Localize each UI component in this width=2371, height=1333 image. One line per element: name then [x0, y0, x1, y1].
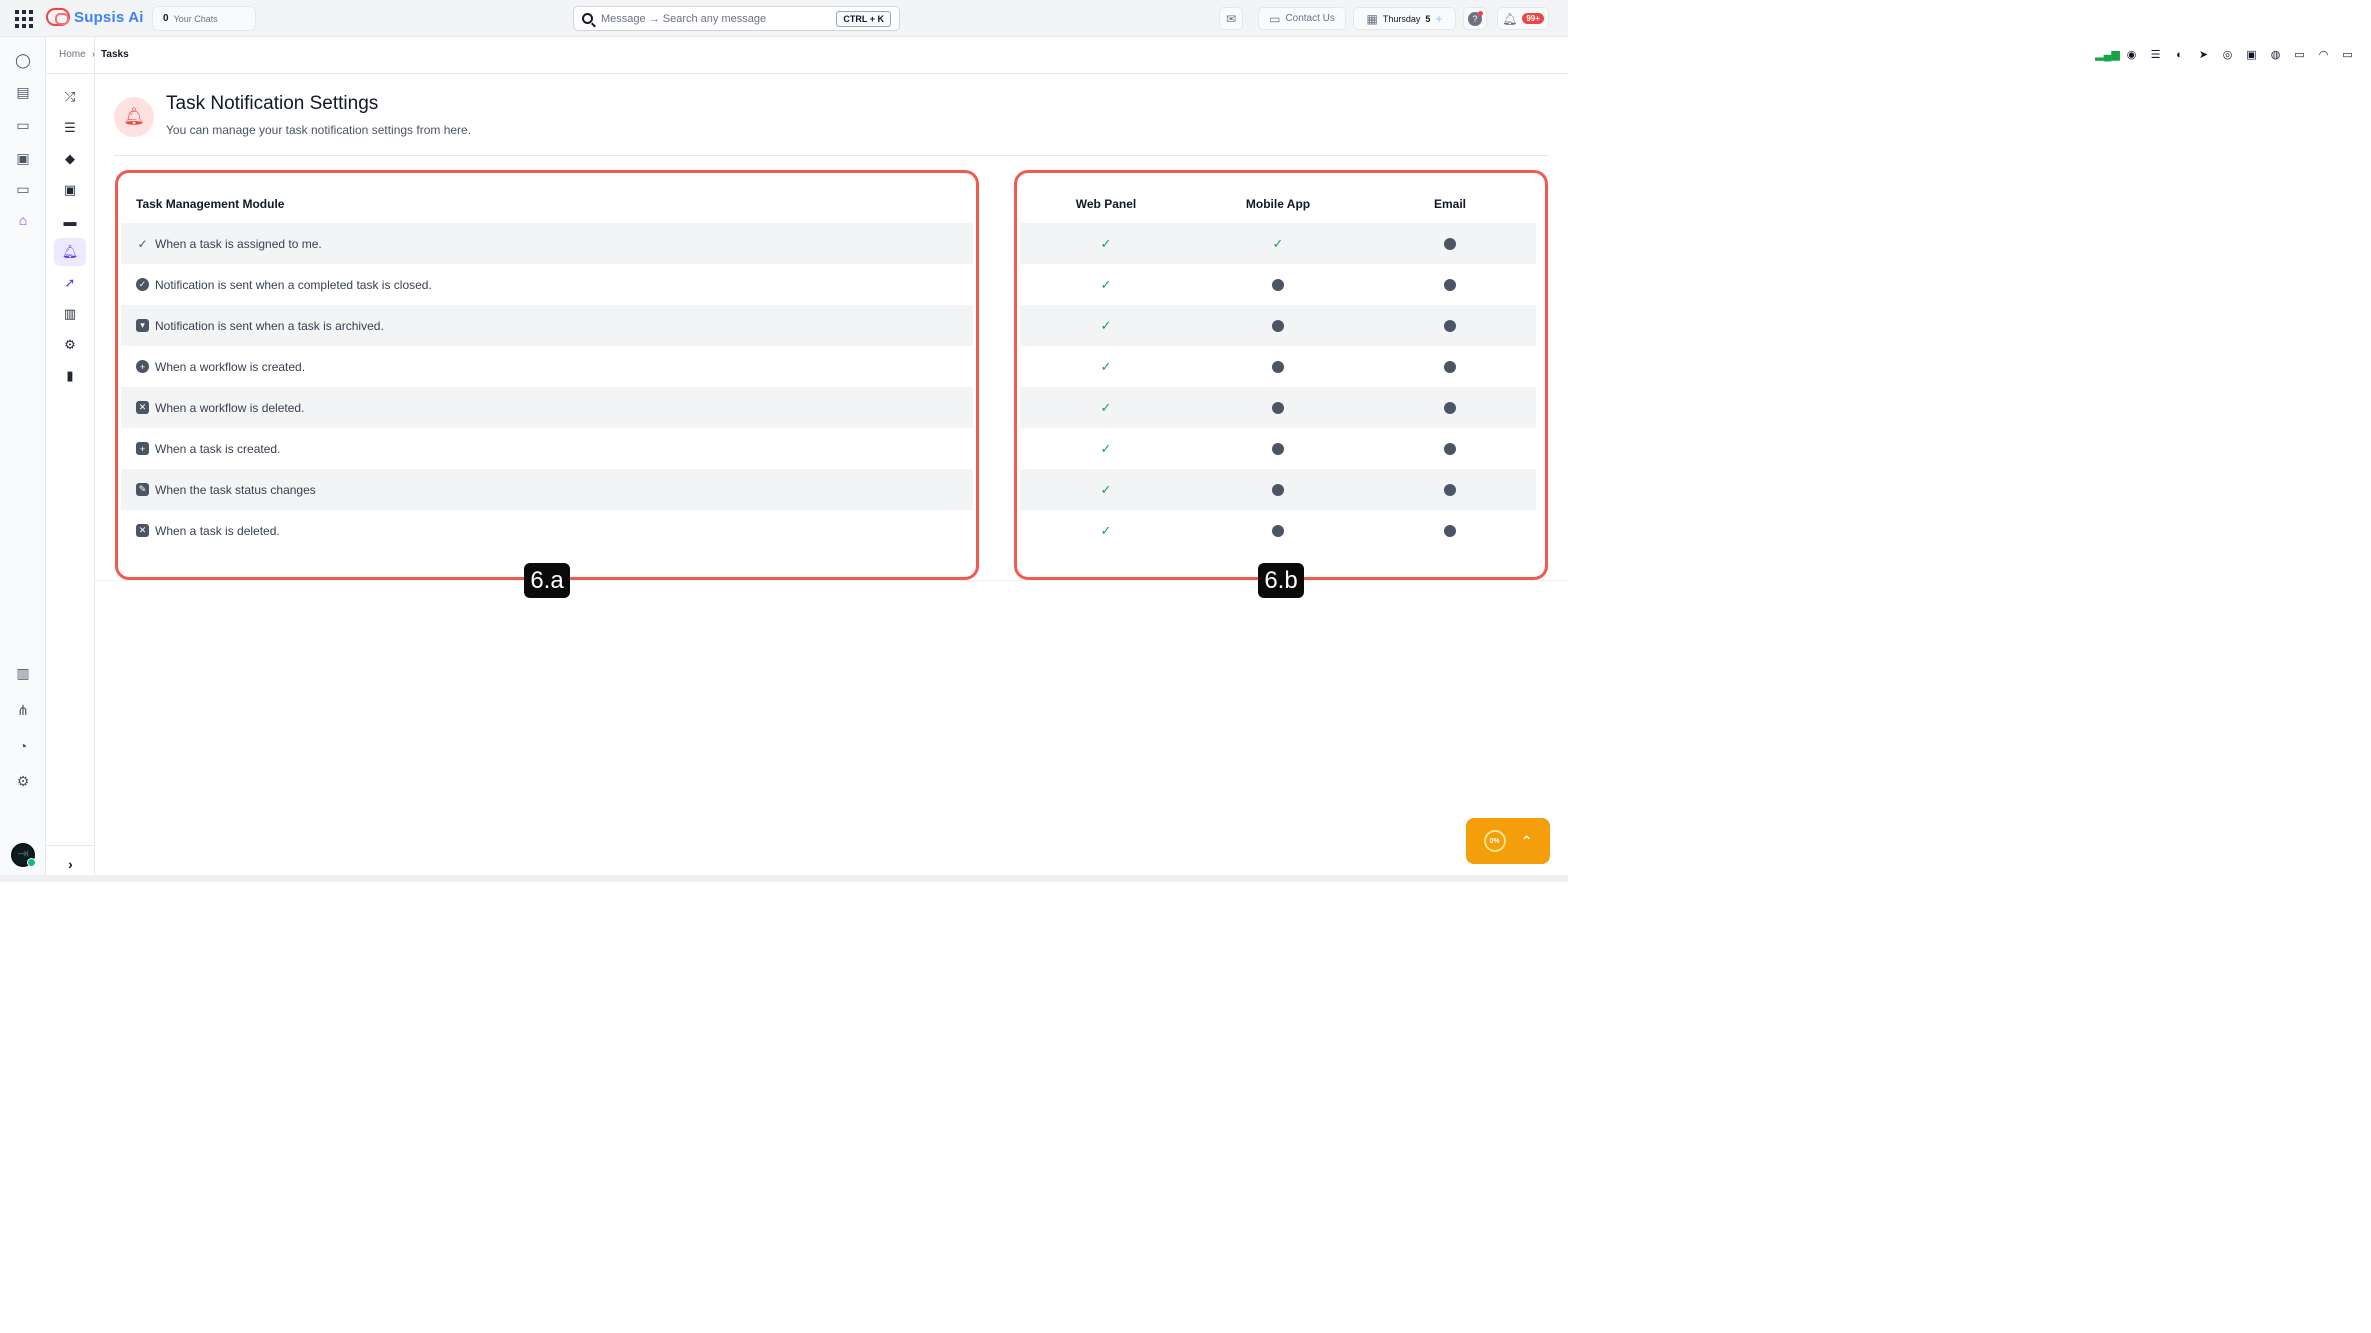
- search-icon: [582, 13, 593, 24]
- help-button[interactable]: ?: [1463, 7, 1487, 30]
- telegram-icon[interactable]: ➤: [2196, 47, 2211, 62]
- search-shortcut: CTRL + K: [836, 11, 891, 27]
- breadcrumb-home[interactable]: Home: [59, 49, 86, 60]
- list-icon[interactable]: ☰: [54, 114, 86, 142]
- search-placeholder: Message → Search any message: [601, 12, 767, 25]
- pie-chart-icon[interactable]: ◔: [13, 736, 33, 756]
- contact-us-button[interactable]: ▭ Contact Us: [1258, 7, 1346, 30]
- inbox-tray-icon[interactable]: ▭: [13, 115, 33, 135]
- annotation-label-right: 6.b: [1258, 563, 1304, 598]
- page-subtitle: You can manage your task notification se…: [166, 123, 472, 137]
- help-alert-dot: [1478, 11, 1483, 16]
- calendar-button[interactable]: ▦ Thursday 5 +: [1353, 7, 1456, 30]
- tasks-home-icon[interactable]: ⌂: [13, 210, 33, 230]
- bell-icon: 🔔︎: [114, 97, 154, 137]
- inbox-button[interactable]: ✉: [1219, 7, 1243, 30]
- brand-logo[interactable]: Supsis Ai: [46, 8, 144, 26]
- divider: [114, 155, 1549, 156]
- chevron-up-icon[interactable]: ⌃: [1521, 833, 1533, 850]
- chats-count: 0: [163, 13, 169, 24]
- chat-bubble-icon: ▭: [1269, 11, 1281, 26]
- your-chats-button[interactable]: 0 Your Chats: [152, 6, 256, 31]
- notifications-badge: 99+: [1522, 13, 1544, 24]
- apps-grid-icon[interactable]: [15, 10, 33, 28]
- footer-strip: [0, 875, 1568, 882]
- hierarchy-icon[interactable]: ⋔: [13, 700, 33, 720]
- contacts-icon[interactable]: ▤: [13, 82, 33, 102]
- monitor-icon[interactable]: ▭: [13, 179, 33, 199]
- gear-icon[interactable]: ⚙: [54, 331, 86, 359]
- breadcrumb-bar: [46, 37, 1568, 74]
- chat-bubbles-logo-icon: [46, 8, 70, 26]
- toggle-icon[interactable]: ▬: [54, 207, 86, 235]
- breadcrumb: Home › Tasks: [59, 49, 129, 60]
- signal-icon[interactable]: ▂▄▆: [2095, 47, 2120, 62]
- bell-icon: 🔔︎: [1502, 11, 1518, 26]
- breadcrumb-separator: ›: [91, 49, 96, 60]
- list-icon[interactable]: ☰: [2148, 47, 2163, 62]
- annotation-label-left: 6.a: [524, 563, 570, 598]
- highlight-box-left: [115, 170, 979, 580]
- trash-icon[interactable]: ▮: [54, 362, 86, 390]
- channel-icons: ▂▄▆ ◉ ☰ ◐ ➤ ◎ ▣ ◍ ▭ ◠ ▭: [2095, 47, 2355, 62]
- progress-widget[interactable]: 0% ⌃: [1466, 818, 1550, 864]
- date-day: Thursday: [1382, 13, 1421, 24]
- support-icon[interactable]: ◠: [2316, 47, 2331, 62]
- breadcrumb-current: Tasks: [101, 49, 129, 60]
- notifications-button[interactable]: 🔔︎ 99+: [1497, 7, 1549, 30]
- sms-icon[interactable]: ▭: [2292, 47, 2307, 62]
- tag-icon[interactable]: ◆: [54, 145, 86, 173]
- instagram-icon[interactable]: ▣: [2244, 47, 2259, 62]
- bar-chart-icon[interactable]: ▥: [54, 300, 86, 328]
- logout-icon[interactable]: ⇥: [13, 843, 33, 863]
- bot-icon[interactable]: ◉: [2124, 47, 2139, 62]
- add-icon: +: [1435, 11, 1443, 26]
- gear-icon[interactable]: ⚙: [13, 771, 33, 791]
- layout-icon[interactable]: ▥: [13, 663, 33, 683]
- archive-icon[interactable]: ▣: [54, 176, 86, 204]
- global-search[interactable]: Message → Search any message CTRL + K: [573, 6, 900, 31]
- window-icon[interactable]: ▭: [2340, 47, 2355, 62]
- highlight-box-right: [1014, 170, 1548, 580]
- chat-icon[interactable]: ◯: [13, 50, 33, 70]
- page-title: Task Notification Settings: [166, 93, 379, 114]
- top-bar: Supsis Ai 0 Your Chats Message → Search …: [0, 0, 1568, 37]
- contact-us-label: Contact Us: [1285, 13, 1335, 24]
- left-rail: ◯ ▤ ▭ ▣ ▭ ⌂ ▥ ⋔ ◔ ⚙ ⇥: [0, 37, 46, 882]
- whatsapp-icon[interactable]: ◎: [2220, 47, 2235, 62]
- tasks-subnav: ⤮ ☰ ◆ ▣ ▬ 🔔︎ ➚ ▥ ⚙ ▮ ›: [46, 37, 95, 882]
- calendar-icon: ▦: [1366, 11, 1378, 26]
- progress-ring: 0%: [1483, 830, 1506, 852]
- brand-name: Supsis Ai: [74, 8, 144, 26]
- date-num: 5: [1425, 13, 1431, 24]
- workflow-icon[interactable]: ⤮: [54, 83, 86, 111]
- chevron-right-icon: ›: [68, 856, 73, 872]
- users-icon[interactable]: ◐: [2172, 47, 2187, 62]
- messenger-icon[interactable]: ◍: [2268, 47, 2283, 62]
- chats-label: Your Chats: [173, 13, 218, 24]
- bell-icon[interactable]: 🔔︎: [54, 238, 86, 266]
- mail-icon: ✉: [1225, 11, 1237, 26]
- rocket-icon[interactable]: ➚: [54, 269, 86, 297]
- media-settings-icon[interactable]: ▣: [13, 148, 33, 168]
